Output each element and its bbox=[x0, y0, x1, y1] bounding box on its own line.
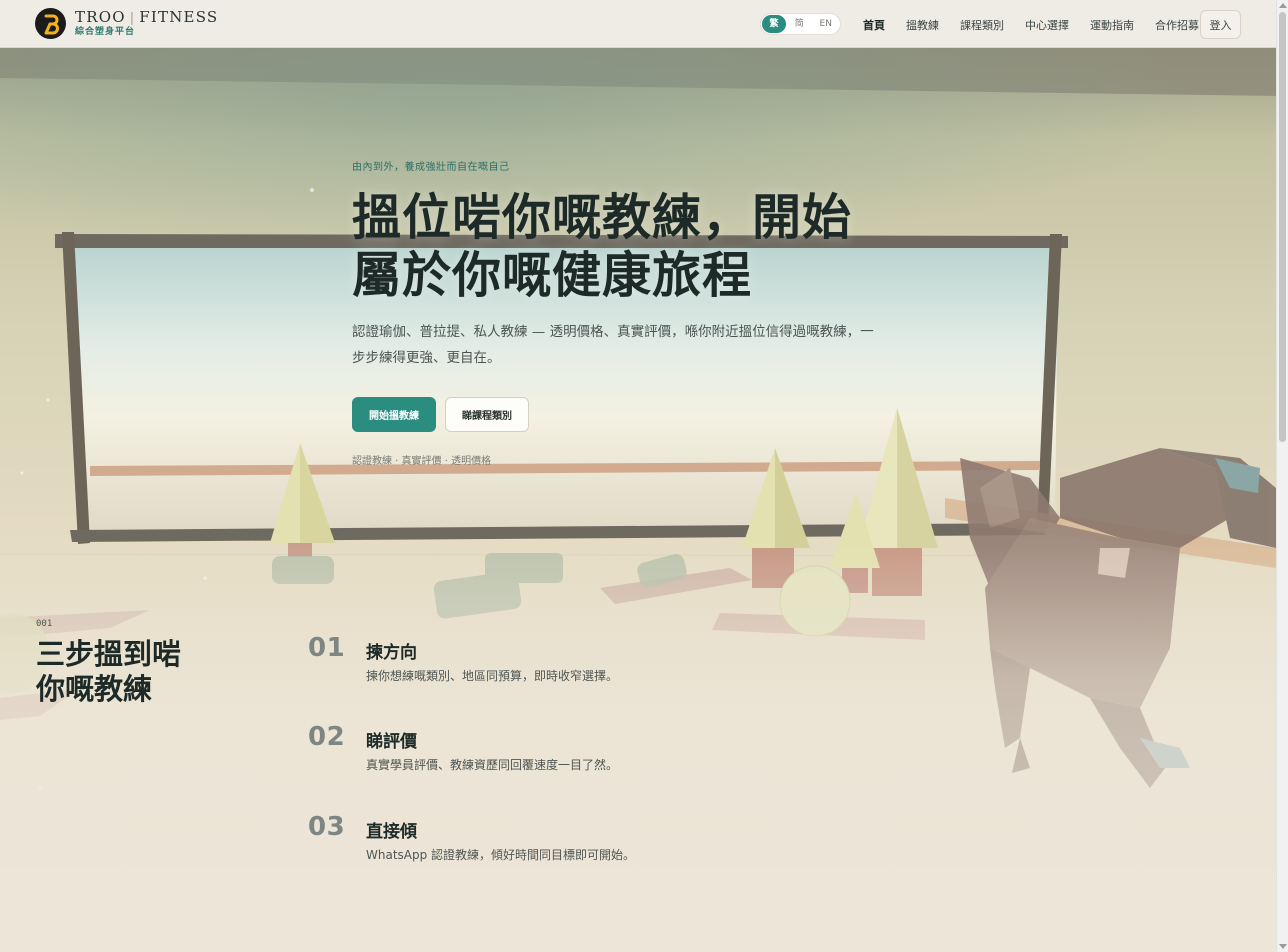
trust-line: 認證教練 · 真實評價 · 透明價格 bbox=[352, 456, 492, 467]
lang-option-traditional[interactable]: 繁 bbox=[762, 15, 786, 33]
login-button[interactable]: 登入 bbox=[1200, 10, 1241, 39]
step-title: 揀方向 bbox=[366, 643, 417, 663]
find-coach-button[interactable]: 開始搵教練 bbox=[352, 397, 436, 432]
nav-home[interactable]: 首頁 bbox=[863, 17, 885, 33]
step-description: WhatsApp 認證教練，傾好時間同目標即可開始。 bbox=[366, 848, 636, 862]
page-scrollbar[interactable] bbox=[1276, 0, 1288, 952]
scrollbar-thumb[interactable] bbox=[1279, 12, 1286, 442]
nav-centres[interactable]: 中心選擇 bbox=[1025, 17, 1069, 33]
hero-section: 由內到外，養成強壯而自在嘅自己 搵位啱你嘅教練，開始屬於你嘅健康旅程 認證瑜伽、… bbox=[352, 158, 892, 467]
brand-tagline: 綜合塑身平台 bbox=[75, 27, 136, 37]
step-number: 03 bbox=[308, 812, 346, 842]
nav-partnership[interactable]: 合作招募 bbox=[1155, 17, 1199, 33]
nav-find-coach[interactable]: 搵教練 bbox=[906, 17, 939, 33]
hero-cta-row: 開始搵教練 睇課程類別 bbox=[352, 397, 892, 432]
top-navbar: TROO | FITNESS 綜合塑身平台 繁 简 EN 首頁 搵教練 課程類別 中… bbox=[0, 0, 1276, 48]
step-number: 01 bbox=[308, 633, 346, 663]
hero-title: 搵位啱你嘅教練，開始屬於你嘅健康旅程 bbox=[352, 189, 853, 304]
section-number: 001 bbox=[36, 619, 53, 629]
nav-course-categories[interactable]: 課程類別 bbox=[960, 17, 1004, 33]
brand-logo[interactable]: TROO | FITNESS 綜合塑身平台 bbox=[35, 8, 218, 39]
view-categories-button[interactable]: 睇課程類別 bbox=[445, 397, 529, 432]
brand-name: TROO | FITNESS bbox=[75, 8, 219, 26]
logo-icon bbox=[35, 8, 66, 39]
language-switcher: 繁 简 EN bbox=[760, 13, 841, 35]
main-nav: 首頁 搵教練 課程類別 中心選擇 運動指南 合作招募 bbox=[863, 17, 1220, 33]
lang-option-simplified[interactable]: 简 bbox=[786, 15, 813, 33]
nav-exercise-guide[interactable]: 運動指南 bbox=[1090, 17, 1134, 33]
step-description: 揀你想練嘅類別、地區同預算，即時收窄選擇。 bbox=[366, 669, 619, 683]
step-title: 睇評價 bbox=[366, 732, 417, 752]
hero-eyebrow: 由內到外，養成強壯而自在嘅自己 bbox=[352, 162, 510, 173]
scroll-down-arrow-icon[interactable] bbox=[1279, 944, 1287, 949]
step-title: 直接傾 bbox=[366, 822, 417, 842]
step-number: 02 bbox=[308, 722, 346, 752]
scroll-up-arrow-icon[interactable] bbox=[1279, 3, 1287, 8]
lang-option-english[interactable]: EN bbox=[813, 15, 840, 33]
step-description: 真實學員評價、教練資歷同回覆速度一目了然。 bbox=[366, 758, 619, 772]
hero-description: 認證瑜伽、普拉提、私人教練 — 透明價格、真實評價，喺你附近搵位信得過嘅教練，一… bbox=[352, 324, 874, 366]
steps-section-title: 三步搵到啱你嘅教練 bbox=[36, 637, 182, 706]
